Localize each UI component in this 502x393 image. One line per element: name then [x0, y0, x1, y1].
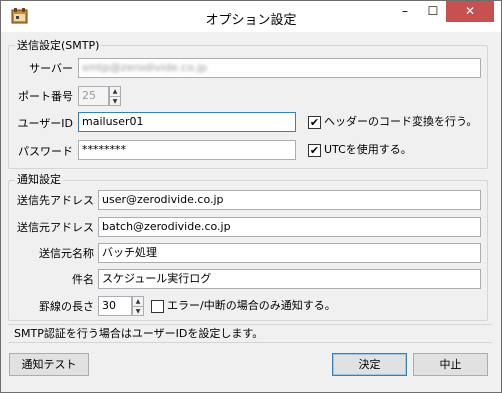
spin-down-icon[interactable]: ▼: [133, 307, 143, 316]
close-button[interactable]: ✕: [446, 1, 494, 22]
spin-up-icon[interactable]: ▲: [110, 87, 120, 97]
from-address-input[interactable]: batch@zerodivide.co.jp: [98, 217, 481, 237]
use-utc-checkbox[interactable]: ✔: [308, 144, 321, 157]
spin-down-icon[interactable]: ▼: [110, 97, 120, 106]
ok-button[interactable]: 決定: [332, 353, 407, 376]
error-only-label[interactable]: エラー/中断の場合のみ通知する。: [167, 299, 336, 313]
minimize-button[interactable]: –: [390, 1, 420, 22]
user-id-label: ユーザーID: [17, 117, 74, 130]
status-message: SMTP認証を行う場合はユーザーIDを設定します。: [8, 324, 492, 343]
subject-input[interactable]: スケジュール実行ログ: [98, 269, 481, 289]
rule-length-label: 罫線の長さ: [39, 300, 94, 313]
port-spinner[interactable]: ▲ ▼: [109, 86, 121, 106]
password-label: パスワード: [18, 145, 73, 158]
title-bar: オプション設定 – ☐ ✕: [1, 1, 501, 32]
header-conversion-label[interactable]: ヘッダーのコード変換を行う。: [324, 115, 477, 129]
port-label: ポート番号: [18, 90, 73, 103]
smtp-settings-legend: 送信設定(SMTP): [15, 39, 102, 52]
server-input[interactable]: smtp@zerodivide.co.jp: [78, 58, 481, 78]
check-icon: ✔: [309, 116, 320, 129]
use-utc-label[interactable]: UTCを使用する。: [324, 143, 412, 157]
header-conversion-checkbox[interactable]: ✔: [308, 116, 321, 129]
to-address-input[interactable]: user@zerodivide.co.jp: [98, 190, 481, 210]
error-only-checkbox[interactable]: [151, 300, 164, 313]
server-label: サーバー: [29, 62, 73, 75]
notify-settings-legend: 通知設定: [15, 173, 63, 186]
rule-length-spinner[interactable]: ▲ ▼: [132, 296, 144, 316]
server-value: smtp@zerodivide.co.jp: [82, 61, 208, 74]
options-dialog: オプション設定 – ☐ ✕ 送信設定(SMTP) サーバー smtp@zerod…: [0, 0, 502, 393]
spin-up-icon[interactable]: ▲: [133, 297, 143, 307]
port-input[interactable]: 25: [78, 86, 109, 106]
from-name-label: 送信元名称: [39, 247, 94, 260]
user-id-input[interactable]: mailuser01: [78, 112, 296, 132]
cancel-button[interactable]: 中止: [413, 353, 488, 376]
test-notify-button[interactable]: 通知テスト: [9, 353, 89, 376]
password-input[interactable]: ********: [78, 140, 296, 160]
rule-length-input[interactable]: 30: [98, 296, 132, 316]
to-address-label: 送信先アドレス: [17, 194, 94, 207]
check-icon: ✔: [309, 144, 320, 157]
from-address-label: 送信元アドレス: [17, 221, 94, 234]
subject-label: 件名: [72, 273, 94, 286]
from-name-input[interactable]: バッチ処理: [98, 243, 481, 263]
maximize-button[interactable]: ☐: [419, 1, 447, 22]
